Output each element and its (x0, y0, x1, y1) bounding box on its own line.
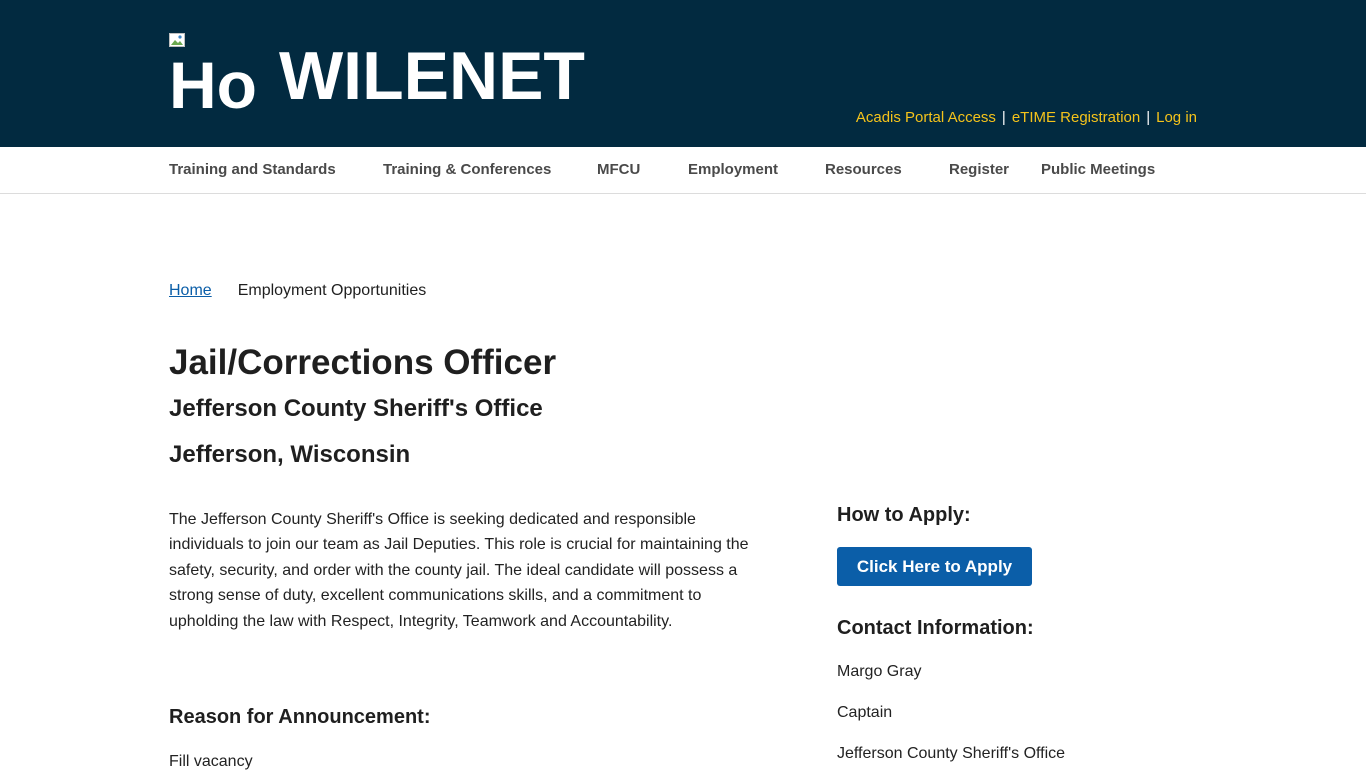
job-location: Jefferson, Wisconsin (169, 441, 411, 468)
contact-heading: Contact Information: (837, 617, 1034, 639)
link-separator: | (1146, 109, 1151, 126)
breadcrumb: Home Employment Opportunities (169, 281, 426, 301)
nav-item-public-meetings[interactable]: Public Meetings (1041, 161, 1155, 179)
link-separator: | (1001, 109, 1006, 126)
page-title: Jail/Corrections Officer (169, 343, 557, 382)
nav-item-register[interactable]: Register (949, 161, 1009, 179)
etime-registration-link[interactable]: eTIME Registration (1012, 109, 1140, 126)
nav-item-mfcu[interactable]: MFCU (597, 161, 640, 179)
breadcrumb-home-link[interactable]: Home (169, 282, 212, 299)
site-header: Ho WILENET Acadis Portal Access | eTIME Re… (0, 0, 1366, 147)
broken-image-icon (169, 33, 185, 47)
login-link[interactable]: Log in (1156, 109, 1197, 126)
nav-item-training-and-standards[interactable]: Training and Standards (169, 161, 336, 179)
nav-item-training-conferences[interactable]: Training & Conferences (383, 161, 551, 179)
reason-text: Fill vacancy (169, 753, 253, 770)
apply-button[interactable]: Click Here to Apply (837, 547, 1032, 586)
utility-links: Acadis Portal Access | eTIME Registration |… (856, 108, 1197, 128)
contact-name: Margo Gray (837, 663, 922, 680)
acadis-portal-link[interactable]: Acadis Portal Access (856, 109, 996, 126)
breadcrumb-current: Employment Opportunities (237, 282, 427, 299)
contact-title: Captain (837, 704, 893, 721)
how-to-apply-heading: How to Apply: (837, 504, 971, 526)
main-navigation: Training and Standards Training & Confer… (0, 147, 1366, 194)
nav-item-employment[interactable]: Employment (688, 161, 778, 179)
contact-organization: Jefferson County Sheriff's Office (837, 745, 1066, 762)
reason-heading: Reason for Announcement: (169, 706, 431, 728)
site-logo[interactable]: Ho (169, 50, 261, 120)
nav-item-resources[interactable]: Resources (825, 161, 902, 179)
agency-name: Jefferson County Sheriff's Office (169, 395, 543, 422)
job-description: The Jefferson County Sheriff's Office is… (169, 511, 749, 630)
site-title[interactable]: WILENET (279, 36, 585, 116)
